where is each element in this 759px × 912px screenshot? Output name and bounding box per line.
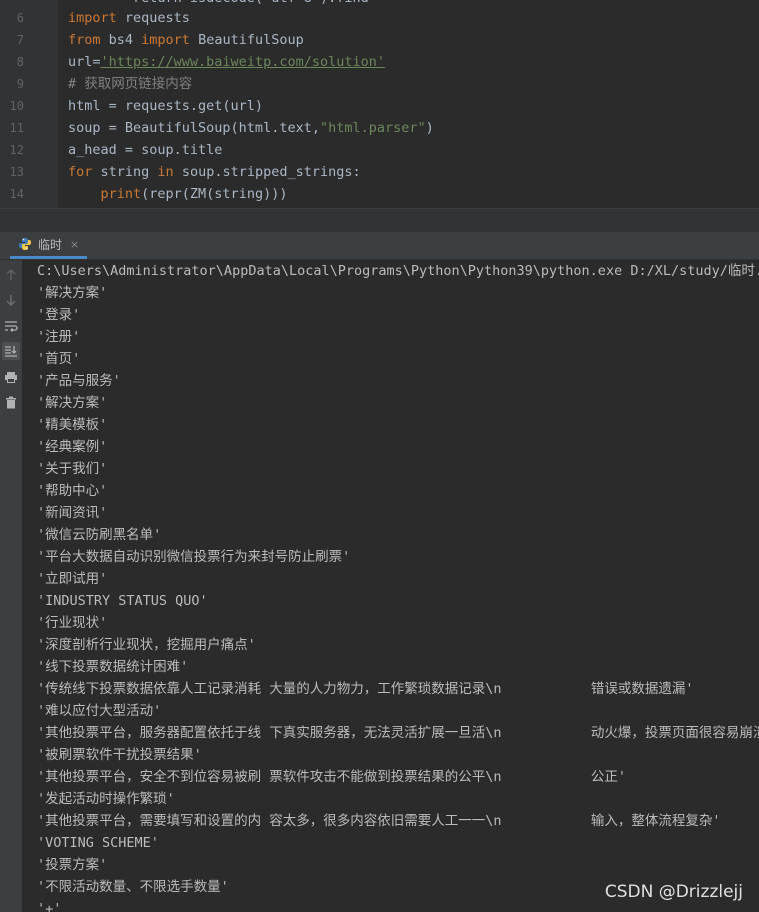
console-line: '不限活动数量、不限选手数量' [37,879,229,895]
console-line: '解决方案' [37,395,108,411]
line-number: 11 [9,121,24,135]
code-token: soup.stripped_strings: [173,164,361,180]
python-icon [19,238,31,250]
console-command-line: C:\Users\Administrator\AppData\Local\Pro… [37,263,759,279]
console-line: '+' [37,901,62,912]
code-line: 6 import requests [0,7,759,29]
code-text: print(repr(ZM(string))) [68,183,288,205]
run-tab-label: 临时 [38,237,63,252]
console-line: '关于我们' [37,461,108,477]
code-text: # 获取网页链接内容 [68,73,192,95]
line-number: 9 [16,77,24,91]
code-editor[interactable]: return isdecode('utf-8').find 6import re… [0,0,759,208]
run-tab[interactable]: 临时 × [10,232,88,259]
code-token: ) [425,120,434,136]
line-number: 6 [16,11,24,25]
code-token: "html.parser" [319,120,426,136]
console-line: '平台大数据自动识别微信投票行为来封号防止刷票' [37,549,351,565]
console-line: '发起活动时操作繁琐' [37,791,175,807]
code-token: for [68,164,93,180]
print-icon[interactable] [2,368,20,386]
run-panel-header: 临时 × [0,232,759,260]
console-line: '精美模板' [37,417,108,433]
console-line: '传统线下投票数据依靠人工记录消耗 大量的人力物力，工作繁琐数据记录\n 错误或… [37,681,694,697]
console-line: '线下投票数据统计困难' [37,659,189,675]
code-token: string [92,164,158,180]
line-number: 8 [16,55,24,69]
arrow-down-icon[interactable] [2,291,20,309]
csdn-watermark: CSDN @Drizzlejj [604,882,743,902]
code-text: soup = BeautifulSoup(html.text,"html.par… [68,117,434,139]
code-line: 10 html = requests.get(url) [0,95,759,117]
console-line: '立即试用' [37,571,108,587]
console-line: '微信云防刷黑名单' [37,527,162,543]
code-token: a_head = soup.title [68,142,223,158]
console-line: '行业现状' [37,615,108,631]
trash-icon[interactable] [2,393,20,411]
code-token: bs4 [100,32,142,48]
code-text: import requests [68,7,190,29]
code-text: html = requests.get(url) [68,95,263,117]
console-line: '帮助中心' [37,483,108,499]
console-line: 'VOTING SCHEME' [37,835,159,851]
console-line: '登录' [37,307,81,323]
code-line: 8 url='https://www.baiweitp.com/solution' [0,51,759,73]
code-line: 7 from bs4 import BeautifulSoup [0,29,759,51]
line-number: 7 [16,33,24,47]
console-line: 'INDUSTRY STATUS QUO' [37,593,208,609]
code-text: url='https://www.baiweitp.com/solution' [68,51,385,73]
console-line: '注册' [37,329,81,345]
console-line: '首页' [37,351,81,367]
code-token: 'https://www.baiweitp.com/solution' [100,54,385,70]
soft-wrap-icon[interactable] [2,317,20,335]
console-line: '新闻资讯' [37,505,108,521]
code-token: requests [116,10,190,26]
line-number: 12 [9,143,24,157]
scroll-to-end-icon[interactable] [2,342,20,360]
code-token: (repr(ZM(string))) [141,186,288,202]
code-text: for string in soup.stripped_strings: [68,161,361,183]
code-line: 11 soup = BeautifulSoup(html.text,"html.p… [0,117,759,139]
console-line: '其他投票平台，安全不到位容易被刷 票软件攻击不能做到投票结果的公平\n 公正' [37,769,627,785]
console-line: '难以应付大型活动' [37,703,162,719]
editor-status-strip [0,208,759,233]
code-token: import [68,10,117,26]
code-token: BeautifulSoup [189,32,304,48]
line-number: 10 [9,99,24,113]
console-line: '被刷票软件干扰投票结果' [37,747,202,763]
close-icon[interactable]: × [70,238,79,251]
code-text: from bs4 import BeautifulSoup [68,29,304,51]
console-line: '经典案例' [37,439,108,455]
console-output[interactable]: C:\Users\Administrator\AppData\Local\Pro… [22,260,759,912]
code-line: 12 a_head = soup.title [0,139,759,161]
run-toolbar [0,260,22,912]
code-token: html = requests.get(url) [68,98,264,114]
code-token: from [68,32,101,48]
console-line: '其他投票平台，需要填写和设置的内 容太多，很多内容依旧需要人工一一\n 输入，… [37,813,721,829]
console-line: '投票方案' [37,857,108,873]
code-text: a_head = soup.title [68,139,222,161]
code-token: import [141,32,190,48]
code-token: soup = BeautifulSoup(html.text, [68,120,320,136]
code-line: 13 for string in soup.stripped_strings: [0,161,759,183]
code-line: 14 print(repr(ZM(string))) [0,183,759,205]
code-line: 9 # 获取网页链接内容 [0,73,759,95]
console-line: '其他投票平台，服务器配置依托于线 下真实服务器，无法灵活扩展一旦活\n 动火爆… [37,725,759,741]
console-line: '解决方案' [37,285,108,301]
line-number: 14 [9,187,24,201]
code-token: url= [68,54,101,70]
console-line: '产品与服务' [37,373,121,389]
code-token: # 获取网页链接内容 [68,76,193,92]
code-token: in [157,164,174,180]
arrow-up-icon[interactable] [2,266,20,284]
line-number: 13 [9,165,24,179]
console-line: '深度剖析行业现状，挖掘用户痛点' [37,637,256,653]
code-token: print [100,186,142,202]
